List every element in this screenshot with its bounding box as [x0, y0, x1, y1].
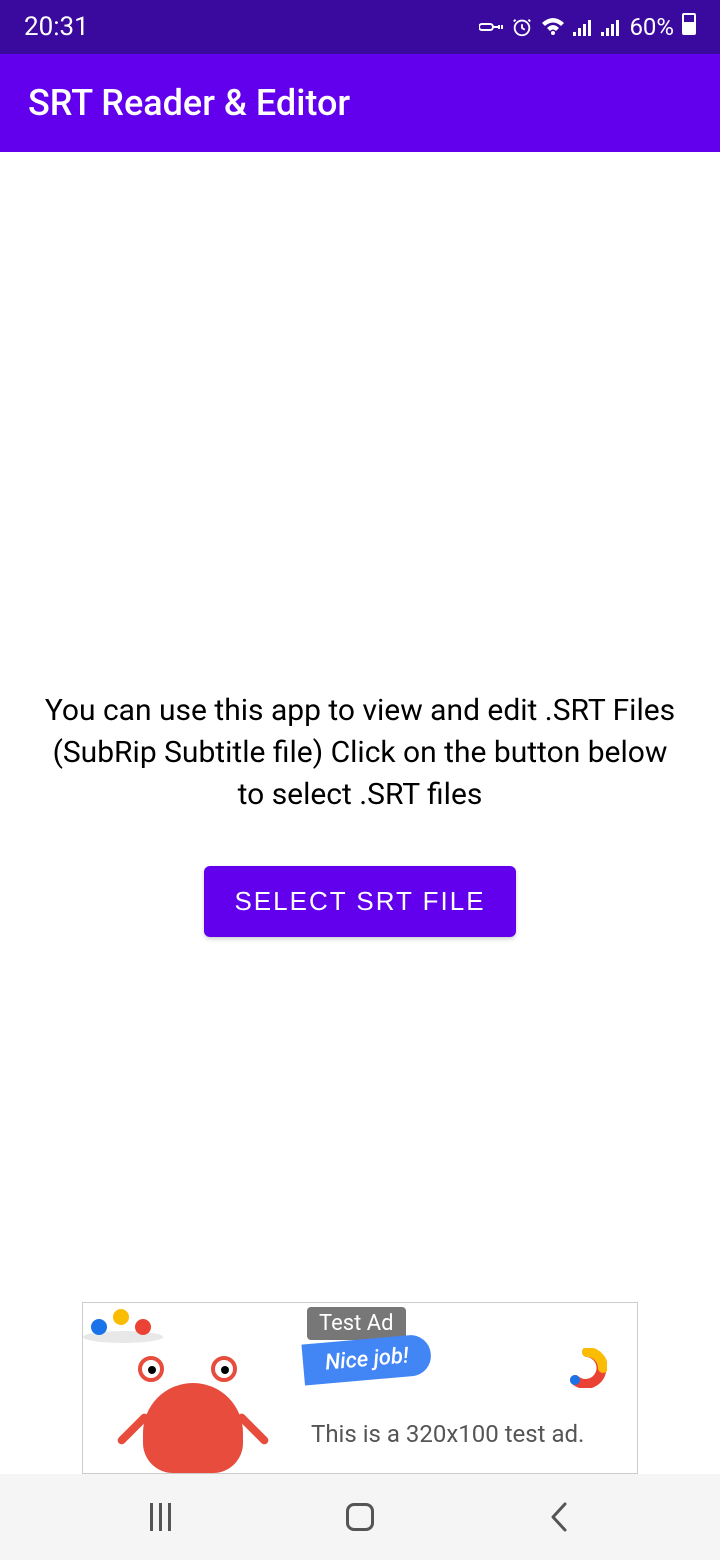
ad-text: This is a 320x100 test ad. [311, 1420, 584, 1448]
alarm-icon [511, 16, 533, 38]
vpn-icon [479, 20, 503, 34]
battery-text: 60% [629, 13, 674, 41]
ad-content: Test Ad Nice job! This is a 320x100 test… [303, 1303, 637, 1473]
app-bar: SRT Reader & Editor [0, 54, 720, 152]
battery-icon [682, 13, 696, 41]
signal-icon-1 [573, 18, 593, 36]
status-bar: 20:31 60% [0, 0, 720, 54]
status-time: 20:31 [24, 12, 89, 42]
ad-mascot-icon [83, 1302, 303, 1473]
ad-badge: Nice job! [301, 1334, 432, 1386]
recent-icon [150, 1503, 171, 1531]
navigation-bar [0, 1474, 720, 1560]
nav-home-button[interactable] [340, 1497, 380, 1537]
status-icons-right: 60% [479, 13, 696, 41]
nav-back-button[interactable] [540, 1497, 580, 1537]
home-icon [346, 1503, 374, 1531]
ad-label: Test Ad [307, 1307, 406, 1340]
back-icon [550, 1502, 570, 1532]
ad-banner[interactable]: Test Ad Nice job! This is a 320x100 test… [82, 1302, 638, 1474]
main-content: You can use this app to view and edit .S… [0, 152, 720, 1474]
nav-recent-button[interactable] [140, 1497, 180, 1537]
signal-icon-2 [601, 18, 621, 36]
select-srt-button[interactable]: SELECT SRT FILE [204, 866, 515, 937]
description-text: You can use this app to view and edit .S… [40, 690, 680, 816]
app-title: SRT Reader & Editor [28, 82, 350, 124]
admob-logo-icon [567, 1348, 607, 1388]
wifi-icon [541, 17, 565, 37]
